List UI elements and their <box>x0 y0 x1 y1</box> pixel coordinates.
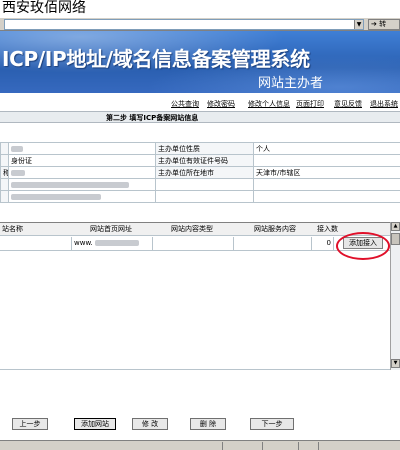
window-caption: 西安玫佰网络 <box>0 0 400 16</box>
go-button[interactable]: ➔ 转 <box>368 19 400 30</box>
info-cell <box>0 178 9 191</box>
address-input[interactable]: ▼ <box>4 19 364 30</box>
status-divider <box>222 442 223 450</box>
go-button-label: 转 <box>379 20 387 28</box>
action-bar: 上一步 添加网站 修 改 删 除 下一步 <box>0 418 400 434</box>
info-label: 主办单位性质 <box>155 142 254 155</box>
link-feedback[interactable]: 意见反馈 <box>334 99 362 109</box>
next-step-button[interactable]: 下一步 <box>250 418 294 430</box>
info-cell <box>8 190 156 203</box>
scroll-thumb[interactable] <box>391 233 400 245</box>
link-public-query[interactable]: 公共查询 <box>171 99 199 109</box>
info-cell <box>8 178 156 191</box>
link-edit-profile[interactable]: 修改个人信息 <box>248 99 290 109</box>
address-bar: ▼ ➔ 转 <box>0 17 400 31</box>
column-service-content: 网站服务内容 <box>254 225 296 233</box>
status-bar <box>0 440 400 450</box>
site-name-cell <box>0 237 72 251</box>
column-site-name: 站名称 <box>2 225 23 233</box>
info-label: 主办单位有效证件号码 <box>155 154 254 167</box>
vertical-scrollbar[interactable]: ▲ ▼ <box>390 222 400 370</box>
prev-step-button[interactable]: 上一步 <box>12 418 48 430</box>
info-cell <box>8 142 156 155</box>
info-label: 主办单位所在地市 <box>155 166 254 179</box>
info-cell <box>0 154 9 167</box>
link-print-page[interactable]: 页面打印 <box>296 99 324 109</box>
info-cell <box>0 190 9 203</box>
info-cell <box>8 166 156 179</box>
highlight-circle <box>336 232 390 260</box>
status-divider <box>318 442 319 450</box>
info-value: 个人 <box>253 142 400 155</box>
info-cell <box>253 154 400 167</box>
redacted-value <box>11 169 25 176</box>
edit-button[interactable]: 修 改 <box>132 418 168 430</box>
redacted-value <box>11 181 129 188</box>
column-home-url: 网站首页网址 <box>90 225 132 233</box>
service-content-cell <box>234 237 312 251</box>
step-title: 第二步 填写ICP备案网站信息 <box>106 114 199 122</box>
website-list-header: 站名称 网站首页网址 网站内容类型 网站服务内容 接入数 <box>0 223 390 236</box>
scroll-up-icon[interactable]: ▲ <box>391 222 400 231</box>
info-cell <box>253 190 400 203</box>
info-value: 身份证 <box>8 154 156 167</box>
owner-info-table: 主办单位性质 个人 身份证 主办单位有效证件号码 称 主办单位所在地市 天津市/… <box>0 142 400 203</box>
header-banner: ICP/IP地址/域名信息备案管理系统 网站主办者 <box>0 31 400 93</box>
info-cell <box>155 178 254 191</box>
site-url-prefix: www. <box>74 239 93 247</box>
info-cell <box>0 142 9 155</box>
go-arrow-icon: ➔ <box>371 20 377 28</box>
column-access-count: 接入数 <box>317 225 338 233</box>
site-url-cell: www. <box>72 237 153 251</box>
access-count-cell: 0 <box>312 237 334 251</box>
website-list: 站名称 网站首页网址 网站内容类型 网站服务内容 接入数 www. 0 <box>0 222 390 370</box>
link-change-password[interactable]: 修改密码 <box>207 99 235 109</box>
info-label: 称 <box>0 166 9 179</box>
delete-button[interactable]: 删 除 <box>190 418 226 430</box>
redacted-value <box>11 145 23 152</box>
step-header: 第二步 填写ICP备案网站信息 <box>0 111 400 123</box>
status-divider <box>262 442 263 450</box>
chevron-down-icon[interactable]: ▼ <box>354 20 363 29</box>
info-cell <box>155 190 254 203</box>
redacted-value <box>94 240 139 246</box>
top-nav: 公共查询 修改密码 修改个人信息 页面打印 意见反馈 退出系统 <box>0 99 400 110</box>
role-subtitle: 网站主办者 <box>258 76 324 91</box>
info-value: 天津市/市辖区 <box>253 166 400 179</box>
content-type-cell <box>153 237 234 251</box>
table-row[interactable]: www. 0 <box>0 237 390 251</box>
add-site-button[interactable]: 添加网站 <box>74 418 116 430</box>
status-divider <box>298 442 299 450</box>
link-logout[interactable]: 退出系统 <box>370 99 398 109</box>
column-content-type: 网站内容类型 <box>171 225 213 233</box>
info-cell <box>253 178 400 191</box>
scroll-down-icon[interactable]: ▼ <box>391 359 400 368</box>
system-title: ICP/IP地址/域名信息备案管理系统 <box>2 47 310 71</box>
redacted-value <box>11 193 101 200</box>
